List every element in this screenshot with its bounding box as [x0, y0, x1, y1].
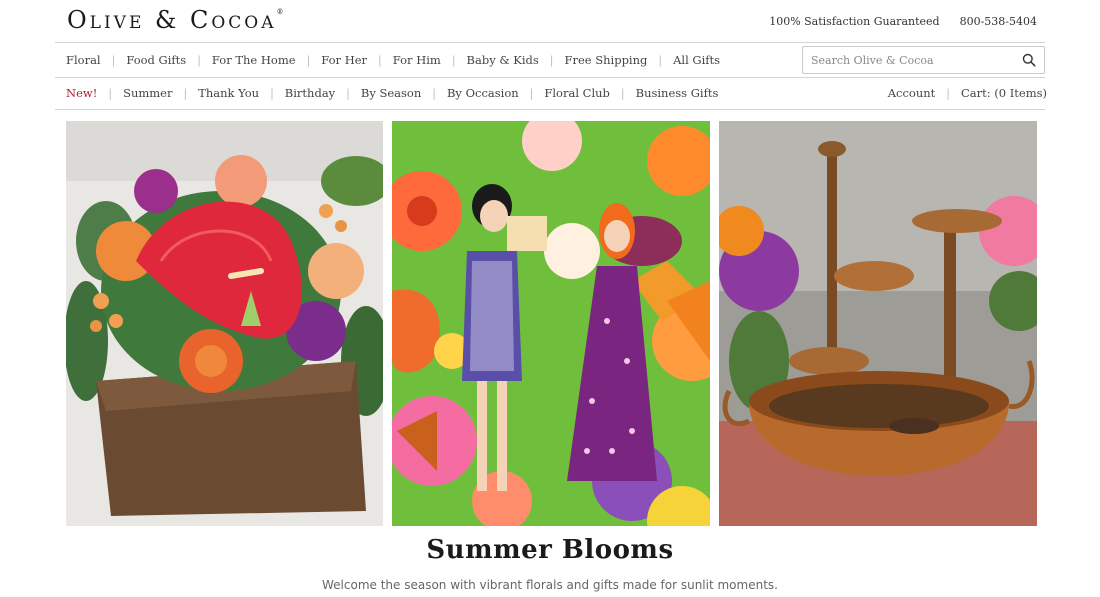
nav-separator: |	[658, 53, 663, 67]
hero-image-illustration[interactable]	[392, 121, 710, 526]
secondary-nav: New! | Summer | Thank You | Birthday | By Se…	[66, 86, 718, 100]
brand-logo[interactable]: Olive & Cocoa®	[67, 6, 284, 34]
nav-separator: |	[378, 53, 382, 67]
hero-image-floral[interactable]	[66, 121, 383, 526]
nav-free-shipping[interactable]: Free Shipping	[565, 53, 648, 67]
nav-new[interactable]: New!	[66, 86, 97, 100]
nav-separator: |	[306, 53, 311, 67]
nav-business-gifts[interactable]: Business Gifts	[636, 86, 719, 100]
logo-text: Olive & Cocoa	[67, 6, 277, 34]
phone-number[interactable]: 800-538-5404	[960, 15, 1037, 28]
nav-separator: |	[346, 86, 350, 100]
hero-image-fountain[interactable]	[719, 121, 1037, 526]
nav-floral[interactable]: Floral	[66, 53, 101, 67]
nav-all-gifts[interactable]: All Gifts	[673, 53, 720, 67]
hero-subtext: Welcome the season with vibrant florals …	[322, 578, 778, 592]
nav-separator: |	[451, 53, 456, 67]
nav-birthday[interactable]: Birthday	[285, 86, 335, 100]
nav-separator: |	[183, 86, 188, 100]
nav-separator: |	[108, 86, 113, 100]
cart-link[interactable]: Cart: (0 Items)	[961, 86, 1047, 100]
nav-separator: |	[197, 53, 201, 67]
nav-separator: |	[432, 86, 436, 100]
nav-separator: |	[111, 53, 116, 67]
subnav-divider	[55, 109, 1045, 110]
nav-summer[interactable]: Summer	[123, 86, 172, 100]
nav-by-season[interactable]: By Season	[361, 86, 421, 100]
nav-thank-you[interactable]: Thank You	[198, 86, 259, 100]
hero-headline: Summer Blooms	[426, 535, 674, 565]
nav-for-the-home[interactable]: For The Home	[212, 53, 296, 67]
nav-by-occasion[interactable]: By Occasion	[447, 86, 519, 100]
top-bar-info: 100% Satisfaction Guaranteed 800-538-540…	[769, 15, 1037, 28]
registered-mark: ®	[276, 8, 284, 16]
primary-nav: Floral | Food Gifts | For The Home | For He…	[66, 53, 720, 67]
nav-separator: |	[529, 86, 534, 100]
nav-for-him[interactable]: For Him	[393, 53, 441, 67]
header-divider	[55, 42, 1045, 43]
nav-separator: |	[946, 86, 950, 100]
nav-baby-kids[interactable]: Baby & Kids	[467, 53, 539, 67]
nav-separator: |	[549, 53, 554, 67]
nav-divider	[55, 77, 1045, 78]
search-box[interactable]	[802, 46, 1045, 74]
account-links: Account | Cart: (0 Items)	[888, 86, 1047, 100]
search-icon[interactable]	[1022, 53, 1036, 67]
nav-food-gifts[interactable]: Food Gifts	[126, 53, 186, 67]
nav-separator: |	[620, 86, 625, 100]
nav-for-her[interactable]: For Her	[321, 53, 367, 67]
guarantee-text: 100% Satisfaction Guaranteed	[769, 15, 940, 28]
search-input[interactable]	[811, 53, 1022, 67]
nav-floral-club[interactable]: Floral Club	[544, 86, 610, 100]
nav-separator: |	[270, 86, 274, 100]
account-link[interactable]: Account	[888, 86, 936, 100]
